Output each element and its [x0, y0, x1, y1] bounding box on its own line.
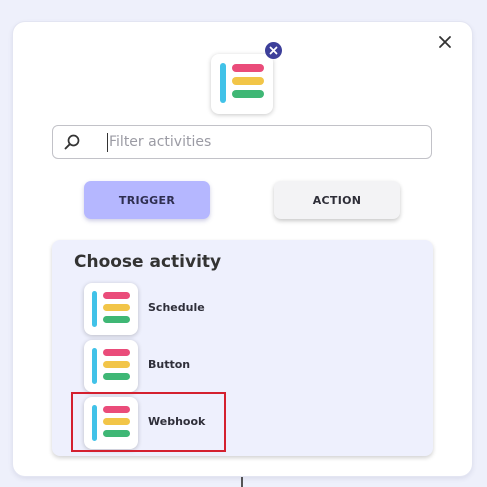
app-logo-icon: [211, 54, 273, 114]
search-icon: [64, 134, 80, 150]
app-logo-icon: [84, 340, 138, 392]
remove-badge-icon: [269, 46, 278, 55]
app-logo-icon: [84, 283, 138, 335]
search-input[interactable]: [109, 129, 419, 155]
close-icon: [439, 36, 451, 48]
search-field[interactable]: [52, 125, 432, 159]
activity-item-schedule[interactable]: Schedule: [84, 283, 284, 337]
panel-title: Choose activity: [74, 252, 222, 272]
text-caret: [107, 133, 108, 152]
close-button[interactable]: [433, 30, 457, 54]
action-tab[interactable]: ACTION: [274, 181, 400, 219]
remove-badge-button[interactable]: [265, 42, 282, 59]
trigger-tab[interactable]: TRIGGER: [84, 181, 210, 219]
activity-item-button[interactable]: Button: [84, 340, 284, 394]
highlight-box: [71, 392, 226, 452]
activity-label: Schedule: [148, 301, 205, 314]
activity-label: Button: [148, 358, 191, 371]
